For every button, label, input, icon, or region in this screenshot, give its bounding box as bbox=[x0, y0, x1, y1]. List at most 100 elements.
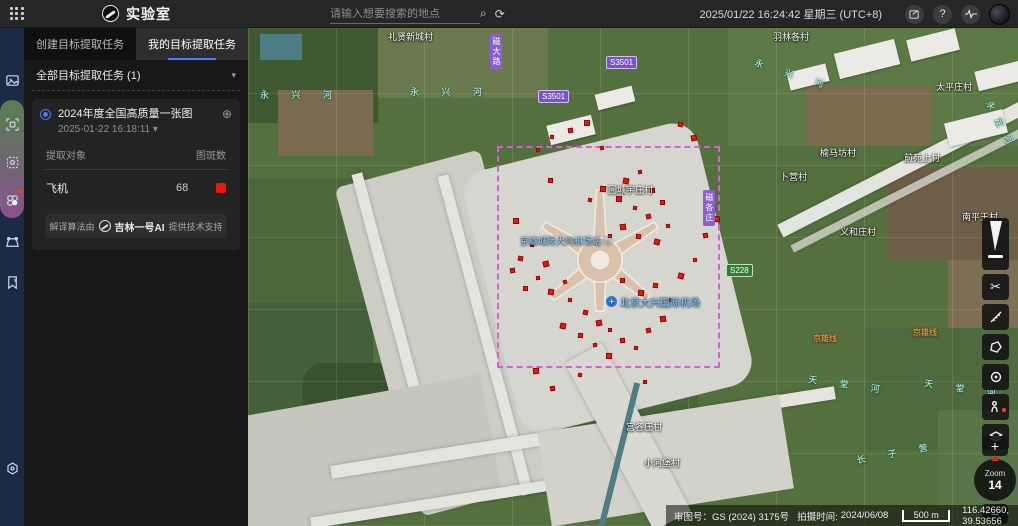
map-status-bar: 审图号： GS (2024) 3175号 拍摄时间: 2024/06/08 50… bbox=[666, 505, 1018, 526]
aircraft-detection-marker[interactable] bbox=[608, 234, 612, 238]
aircraft-detection-marker[interactable] bbox=[650, 188, 655, 193]
license-label: 审图号： bbox=[674, 509, 712, 523]
refresh-icon[interactable]: ⟳ bbox=[495, 7, 505, 21]
aircraft-detection-marker[interactable] bbox=[518, 256, 524, 262]
aircraft-detection-marker[interactable] bbox=[600, 186, 607, 193]
aircraft-detection-marker[interactable] bbox=[638, 290, 645, 297]
aircraft-detection-marker[interactable] bbox=[653, 283, 659, 289]
aircraft-detection-marker[interactable] bbox=[660, 200, 665, 205]
tab-create-task[interactable]: 创建目标提取任务 bbox=[24, 28, 136, 60]
aircraft-detection-marker[interactable] bbox=[703, 233, 709, 239]
task-card[interactable]: 2024年度全国高质量一张图 ⊕ 2025-01-22 16:18:11 ▾ 提… bbox=[32, 99, 240, 250]
swipe-wedge-icon bbox=[990, 221, 1002, 251]
aircraft-detection-marker[interactable] bbox=[550, 135, 554, 139]
aircraft-detection-marker[interactable] bbox=[636, 234, 642, 240]
aircraft-detection-marker[interactable] bbox=[596, 320, 603, 327]
bookmark-tool-button[interactable] bbox=[0, 270, 24, 294]
aircraft-detection-marker[interactable] bbox=[668, 298, 672, 302]
measure-ruler-tool-button[interactable] bbox=[982, 304, 1009, 330]
aircraft-detection-marker[interactable] bbox=[536, 276, 540, 280]
polygon-draw-tool-button[interactable] bbox=[0, 230, 24, 254]
chevron-down-icon: ▾ bbox=[231, 70, 236, 81]
aircraft-detection-marker[interactable] bbox=[550, 386, 556, 392]
aircraft-detection-marker[interactable] bbox=[513, 218, 519, 224]
search-icon[interactable]: ⌕ bbox=[480, 6, 487, 21]
activity-icon[interactable] bbox=[961, 5, 980, 24]
feedback-icon[interactable] bbox=[905, 5, 924, 24]
aircraft-detection-marker[interactable] bbox=[643, 380, 647, 384]
aircraft-detection-marker[interactable] bbox=[633, 206, 638, 211]
imagery-tool-button[interactable] bbox=[0, 68, 24, 92]
aircraft-detection-marker[interactable] bbox=[578, 333, 583, 338]
brand: 实验室 bbox=[102, 4, 171, 24]
aircraft-detection-marker[interactable] bbox=[666, 224, 671, 229]
object-count: 68 bbox=[176, 182, 216, 194]
download-icon[interactable]: ⊕ bbox=[222, 107, 232, 121]
street-view-tool-button[interactable] bbox=[982, 394, 1009, 420]
aircraft-detection-marker[interactable] bbox=[548, 289, 555, 296]
zoom-in-button[interactable]: + bbox=[982, 436, 1008, 456]
task-filter-dropdown[interactable]: 全部目标提取任务 (1) ▾ bbox=[24, 60, 248, 90]
ai-cluster-tool-button[interactable] bbox=[0, 188, 24, 212]
notification-dot bbox=[18, 189, 22, 193]
capture-time-label: 拍摄时间: bbox=[797, 509, 838, 523]
swipe-compare-tool-button[interactable] bbox=[982, 218, 1009, 270]
aircraft-detection-marker[interactable] bbox=[660, 316, 667, 323]
aircraft-detection-marker[interactable] bbox=[620, 338, 625, 343]
aircraft-detection-marker[interactable] bbox=[616, 196, 622, 202]
aircraft-detection-marker[interactable] bbox=[510, 268, 516, 274]
settings-gear-icon[interactable] bbox=[0, 456, 24, 480]
swipe-handle[interactable] bbox=[988, 255, 1003, 258]
app-launcher-icon[interactable] bbox=[10, 7, 24, 21]
algo-prefix: 解译算法由 bbox=[49, 220, 94, 233]
aircraft-detection-marker[interactable] bbox=[568, 298, 572, 302]
aircraft-detection-marker[interactable] bbox=[620, 278, 625, 283]
legend-color-swatch bbox=[216, 183, 226, 193]
clip-scissors-tool-button[interactable]: ✂ bbox=[982, 274, 1009, 300]
jilin1-ai-logo-icon bbox=[99, 220, 111, 232]
aircraft-detection-marker[interactable] bbox=[578, 373, 583, 378]
aircraft-detection-marker[interactable] bbox=[606, 353, 612, 359]
user-avatar[interactable] bbox=[989, 4, 1010, 25]
zoom-level-dial[interactable]: Zoom 14 bbox=[974, 459, 1016, 501]
aircraft-detection-marker[interactable] bbox=[548, 178, 553, 183]
detection-table: 提取对象 图斑数 飞机 68 bbox=[44, 147, 228, 200]
top-bar: 实验室 ⌕ ⟳ 2025/01/22 16:24:42 星期三 (UTC+8) … bbox=[0, 0, 1018, 28]
aircraft-detection-marker[interactable] bbox=[634, 346, 639, 351]
task-timestamp[interactable]: 2025-01-22 16:18:11 ▾ bbox=[58, 124, 232, 135]
aircraft-detection-marker[interactable] bbox=[593, 343, 598, 348]
aircraft-detection-marker[interactable] bbox=[588, 198, 593, 203]
aircraft-detection-marker[interactable] bbox=[533, 368, 539, 374]
aircraft-detection-marker[interactable] bbox=[568, 128, 574, 134]
satellite-map[interactable]: 礼贤新城村羽林各村太平庄村永 兴 河永 兴 河永 兴 河S3501S3501磁大… bbox=[248, 28, 1018, 526]
aircraft-detection-marker[interactable] bbox=[691, 135, 698, 142]
task-title: 2024年度全国高质量一张图 bbox=[58, 107, 215, 121]
aircraft-detection-marker[interactable] bbox=[536, 148, 540, 152]
aircraft-detection-marker[interactable] bbox=[638, 170, 643, 175]
aircraft-detection-marker[interactable] bbox=[530, 243, 534, 247]
locate-target-tool-button[interactable] bbox=[982, 364, 1009, 390]
aircraft-detection-marker[interactable] bbox=[584, 120, 590, 126]
target-extraction-tool-button[interactable] bbox=[0, 112, 24, 136]
scan-detect-tool-button[interactable] bbox=[0, 150, 24, 174]
polygon-select-tool-button[interactable] bbox=[982, 334, 1009, 360]
help-icon[interactable]: ? bbox=[933, 5, 952, 24]
aircraft-detection-marker[interactable] bbox=[523, 286, 528, 291]
cursor-coordinates: 116.42660, 39.53656 bbox=[962, 505, 1018, 526]
task-radio[interactable] bbox=[40, 109, 51, 120]
object-name: 飞机 bbox=[46, 180, 176, 196]
aircraft-detection-marker[interactable] bbox=[608, 328, 612, 332]
aircraft-detection-marker[interactable] bbox=[693, 258, 698, 263]
table-row[interactable]: 飞机 68 bbox=[44, 170, 228, 200]
aircraft-detection-marker[interactable] bbox=[559, 322, 566, 329]
col-header-object: 提取对象 bbox=[46, 147, 86, 162]
aircraft-detection-marker[interactable] bbox=[620, 224, 627, 231]
capture-time-value: 2024/06/08 bbox=[841, 510, 889, 521]
tab-my-tasks[interactable]: 我的目标提取任务 bbox=[136, 28, 248, 60]
aircraft-detection-marker[interactable] bbox=[714, 216, 720, 222]
left-icon-rail bbox=[0, 28, 24, 526]
location-search-input[interactable] bbox=[330, 8, 472, 20]
algorithm-credit-button[interactable]: 解译算法由 吉林一号AI 提供技术支持 bbox=[45, 214, 227, 238]
extraction-roi-rectangle[interactable] bbox=[497, 146, 720, 368]
aircraft-detection-marker[interactable] bbox=[622, 177, 629, 184]
